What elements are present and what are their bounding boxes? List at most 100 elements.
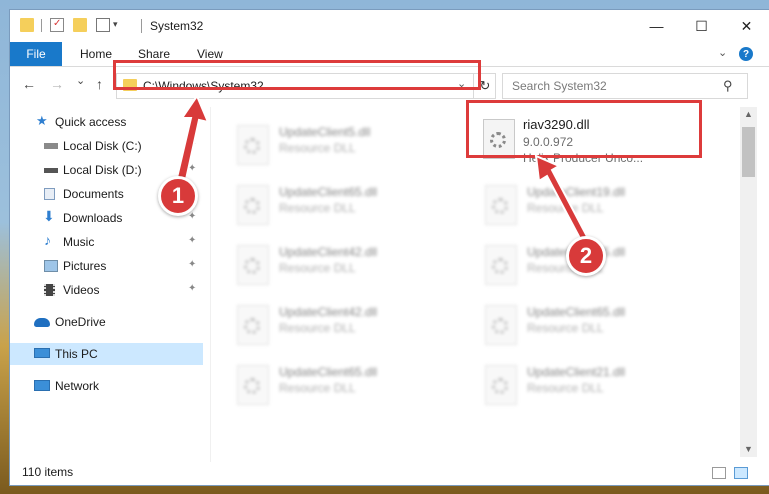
navigation-pane: ★ Quick access Local Disk (C:) ✦ Local D… bbox=[10, 107, 210, 457]
dll-file-icon bbox=[237, 125, 269, 165]
file-type: Resource DLL bbox=[279, 261, 356, 275]
address-highlight-box bbox=[113, 60, 481, 90]
pin-icon[interactable]: ✦ bbox=[188, 163, 196, 174]
maximize-button[interactable]: ☐ bbox=[679, 10, 724, 42]
drive-icon bbox=[44, 143, 58, 149]
folder-icon bbox=[20, 18, 34, 32]
file-name: UpdateClient65.dll bbox=[279, 365, 378, 379]
large-icons-view-icon[interactable] bbox=[734, 467, 748, 479]
dll-file-icon bbox=[237, 185, 269, 225]
file-type: Resource DLL bbox=[279, 201, 356, 215]
up-button[interactable]: ↑ bbox=[96, 76, 103, 92]
window-title: System32 bbox=[150, 19, 204, 33]
download-icon: ⬇ bbox=[43, 208, 55, 224]
minimize-button[interactable]: — bbox=[634, 10, 679, 42]
videos-icon bbox=[44, 284, 55, 296]
drive-icon bbox=[44, 168, 58, 173]
dll-file-icon bbox=[237, 305, 269, 345]
title-separator bbox=[141, 19, 142, 33]
file-name: UpdateClient42.dll bbox=[279, 305, 378, 319]
file-name: UpdateClient65.dll bbox=[279, 185, 378, 199]
scroll-down-icon[interactable]: ▼ bbox=[744, 444, 753, 454]
sidebar-item-label: This PC bbox=[55, 347, 98, 361]
file-type: Resource DLL bbox=[279, 321, 356, 335]
pin-icon[interactable]: ✦ bbox=[188, 211, 196, 222]
sidebar-item-onedrive[interactable]: OneDrive bbox=[10, 311, 202, 333]
sidebar-item-videos[interactable]: Videos ✦ bbox=[10, 279, 202, 301]
file-type: Resource DLL bbox=[279, 381, 356, 395]
close-button[interactable]: ✕ bbox=[724, 10, 769, 42]
back-button[interactable]: ← bbox=[22, 76, 36, 92]
sidebar-item-label: Documents bbox=[63, 187, 124, 201]
tab-file[interactable]: File bbox=[10, 42, 62, 66]
tab-view[interactable]: View bbox=[197, 47, 223, 61]
callout-badge-2: 2 bbox=[566, 236, 606, 276]
dll-file-icon bbox=[485, 185, 517, 225]
dll-file-icon bbox=[237, 245, 269, 285]
status-bar: 110 items bbox=[10, 462, 769, 485]
file-type: Resource DLL bbox=[527, 321, 604, 335]
sidebar-item-label: Pictures bbox=[63, 259, 107, 273]
callout-badge-1: 1 bbox=[158, 176, 198, 216]
search-icon[interactable]: ⚲ bbox=[723, 78, 733, 94]
sidebar-item-label: Downloads bbox=[63, 211, 123, 225]
help-icon[interactable]: ? bbox=[739, 47, 753, 61]
documents-icon bbox=[44, 188, 55, 200]
computer-icon bbox=[34, 348, 50, 358]
title-bar: ✓ ▾ System32 — ☐ ✕ bbox=[10, 10, 769, 42]
file-name: UpdateClient5.dll bbox=[279, 125, 371, 139]
sidebar-item-network[interactable]: Network bbox=[10, 375, 202, 397]
sidebar-item-music[interactable]: ♪ Music ✦ bbox=[10, 231, 202, 253]
pin-icon[interactable]: ✦ bbox=[188, 259, 196, 270]
properties-icon[interactable]: ✓ bbox=[50, 18, 64, 32]
star-icon: ★ bbox=[36, 113, 48, 128]
sidebar-item-local-disk-c[interactable]: Local Disk (C:) ✦ bbox=[10, 135, 202, 157]
sidebar-item-this-pc[interactable]: This PC bbox=[10, 343, 203, 365]
recent-locations-button[interactable]: ⌄ bbox=[76, 74, 85, 87]
file-item[interactable]: UpdateClient5.dll Resource DLL bbox=[215, 117, 445, 169]
dll-file-icon bbox=[237, 365, 269, 405]
file-item[interactable]: UpdateClient21.dll Resource DLL bbox=[463, 357, 693, 409]
file-name: UpdateClient21.dll bbox=[527, 365, 626, 379]
pin-icon[interactable]: ✦ bbox=[188, 283, 196, 294]
sidebar-item-label: Local Disk (D:) bbox=[63, 163, 142, 177]
sidebar-item-quick-access[interactable]: ★ Quick access bbox=[10, 111, 202, 133]
pane-divider[interactable] bbox=[210, 107, 211, 462]
details-view-icon[interactable] bbox=[712, 467, 726, 479]
scroll-thumb[interactable] bbox=[742, 127, 755, 177]
file-item[interactable]: UpdateClient42.dll Resource DLL bbox=[215, 297, 445, 349]
tab-share[interactable]: Share bbox=[138, 47, 170, 61]
sidebar-item-label: Quick access bbox=[55, 115, 127, 129]
file-item[interactable]: UpdateClient65.dll Resource DLL bbox=[215, 357, 445, 409]
network-icon bbox=[34, 380, 50, 391]
search-input[interactable]: Search System32 bbox=[512, 79, 607, 93]
forward-button[interactable]: → bbox=[50, 76, 64, 92]
sidebar-item-pictures[interactable]: Pictures ✦ bbox=[10, 255, 202, 277]
file-type: Resource DLL bbox=[279, 141, 356, 155]
expand-ribbon-icon[interactable]: ⌄ bbox=[718, 46, 727, 59]
scroll-up-icon[interactable]: ▲ bbox=[744, 109, 753, 119]
pin-icon[interactable]: ✦ bbox=[188, 235, 196, 246]
file-item[interactable]: UpdateClient19.dll Resource DLL bbox=[463, 177, 693, 229]
vertical-scrollbar[interactable]: ▲ ▼ bbox=[740, 107, 757, 457]
file-name: UpdateClient19.dll bbox=[527, 185, 626, 199]
tab-home[interactable]: Home bbox=[80, 47, 112, 61]
file-item[interactable]: UpdateClient42.dll Resource DLL bbox=[215, 237, 445, 289]
sidebar-item-label: OneDrive bbox=[55, 315, 106, 329]
file-type: Resource DLL bbox=[527, 381, 604, 395]
pictures-icon bbox=[44, 260, 58, 272]
file-name: UpdateClient42.dll bbox=[279, 245, 378, 259]
file-list: UpdateClient5.dll Resource DLL UpdateCli… bbox=[215, 107, 740, 457]
search-box[interactable]: Search System32 ⚲ bbox=[502, 73, 748, 99]
dll-file-icon bbox=[485, 305, 517, 345]
customize-qa-icon[interactable] bbox=[96, 18, 110, 32]
pin-icon[interactable]: ✦ bbox=[188, 139, 196, 150]
file-type: Resource DLL bbox=[527, 201, 604, 215]
dll-file-icon bbox=[485, 245, 517, 285]
qa-dropdown-icon[interactable]: ▾ bbox=[113, 19, 127, 33]
cloud-icon bbox=[34, 318, 50, 327]
file-item[interactable]: UpdateClient65.dll Resource DLL bbox=[463, 297, 693, 349]
file-highlight-box bbox=[466, 100, 702, 158]
new-folder-icon[interactable] bbox=[73, 18, 87, 32]
file-item[interactable]: UpdateClient65.dll Resource DLL bbox=[215, 177, 445, 229]
